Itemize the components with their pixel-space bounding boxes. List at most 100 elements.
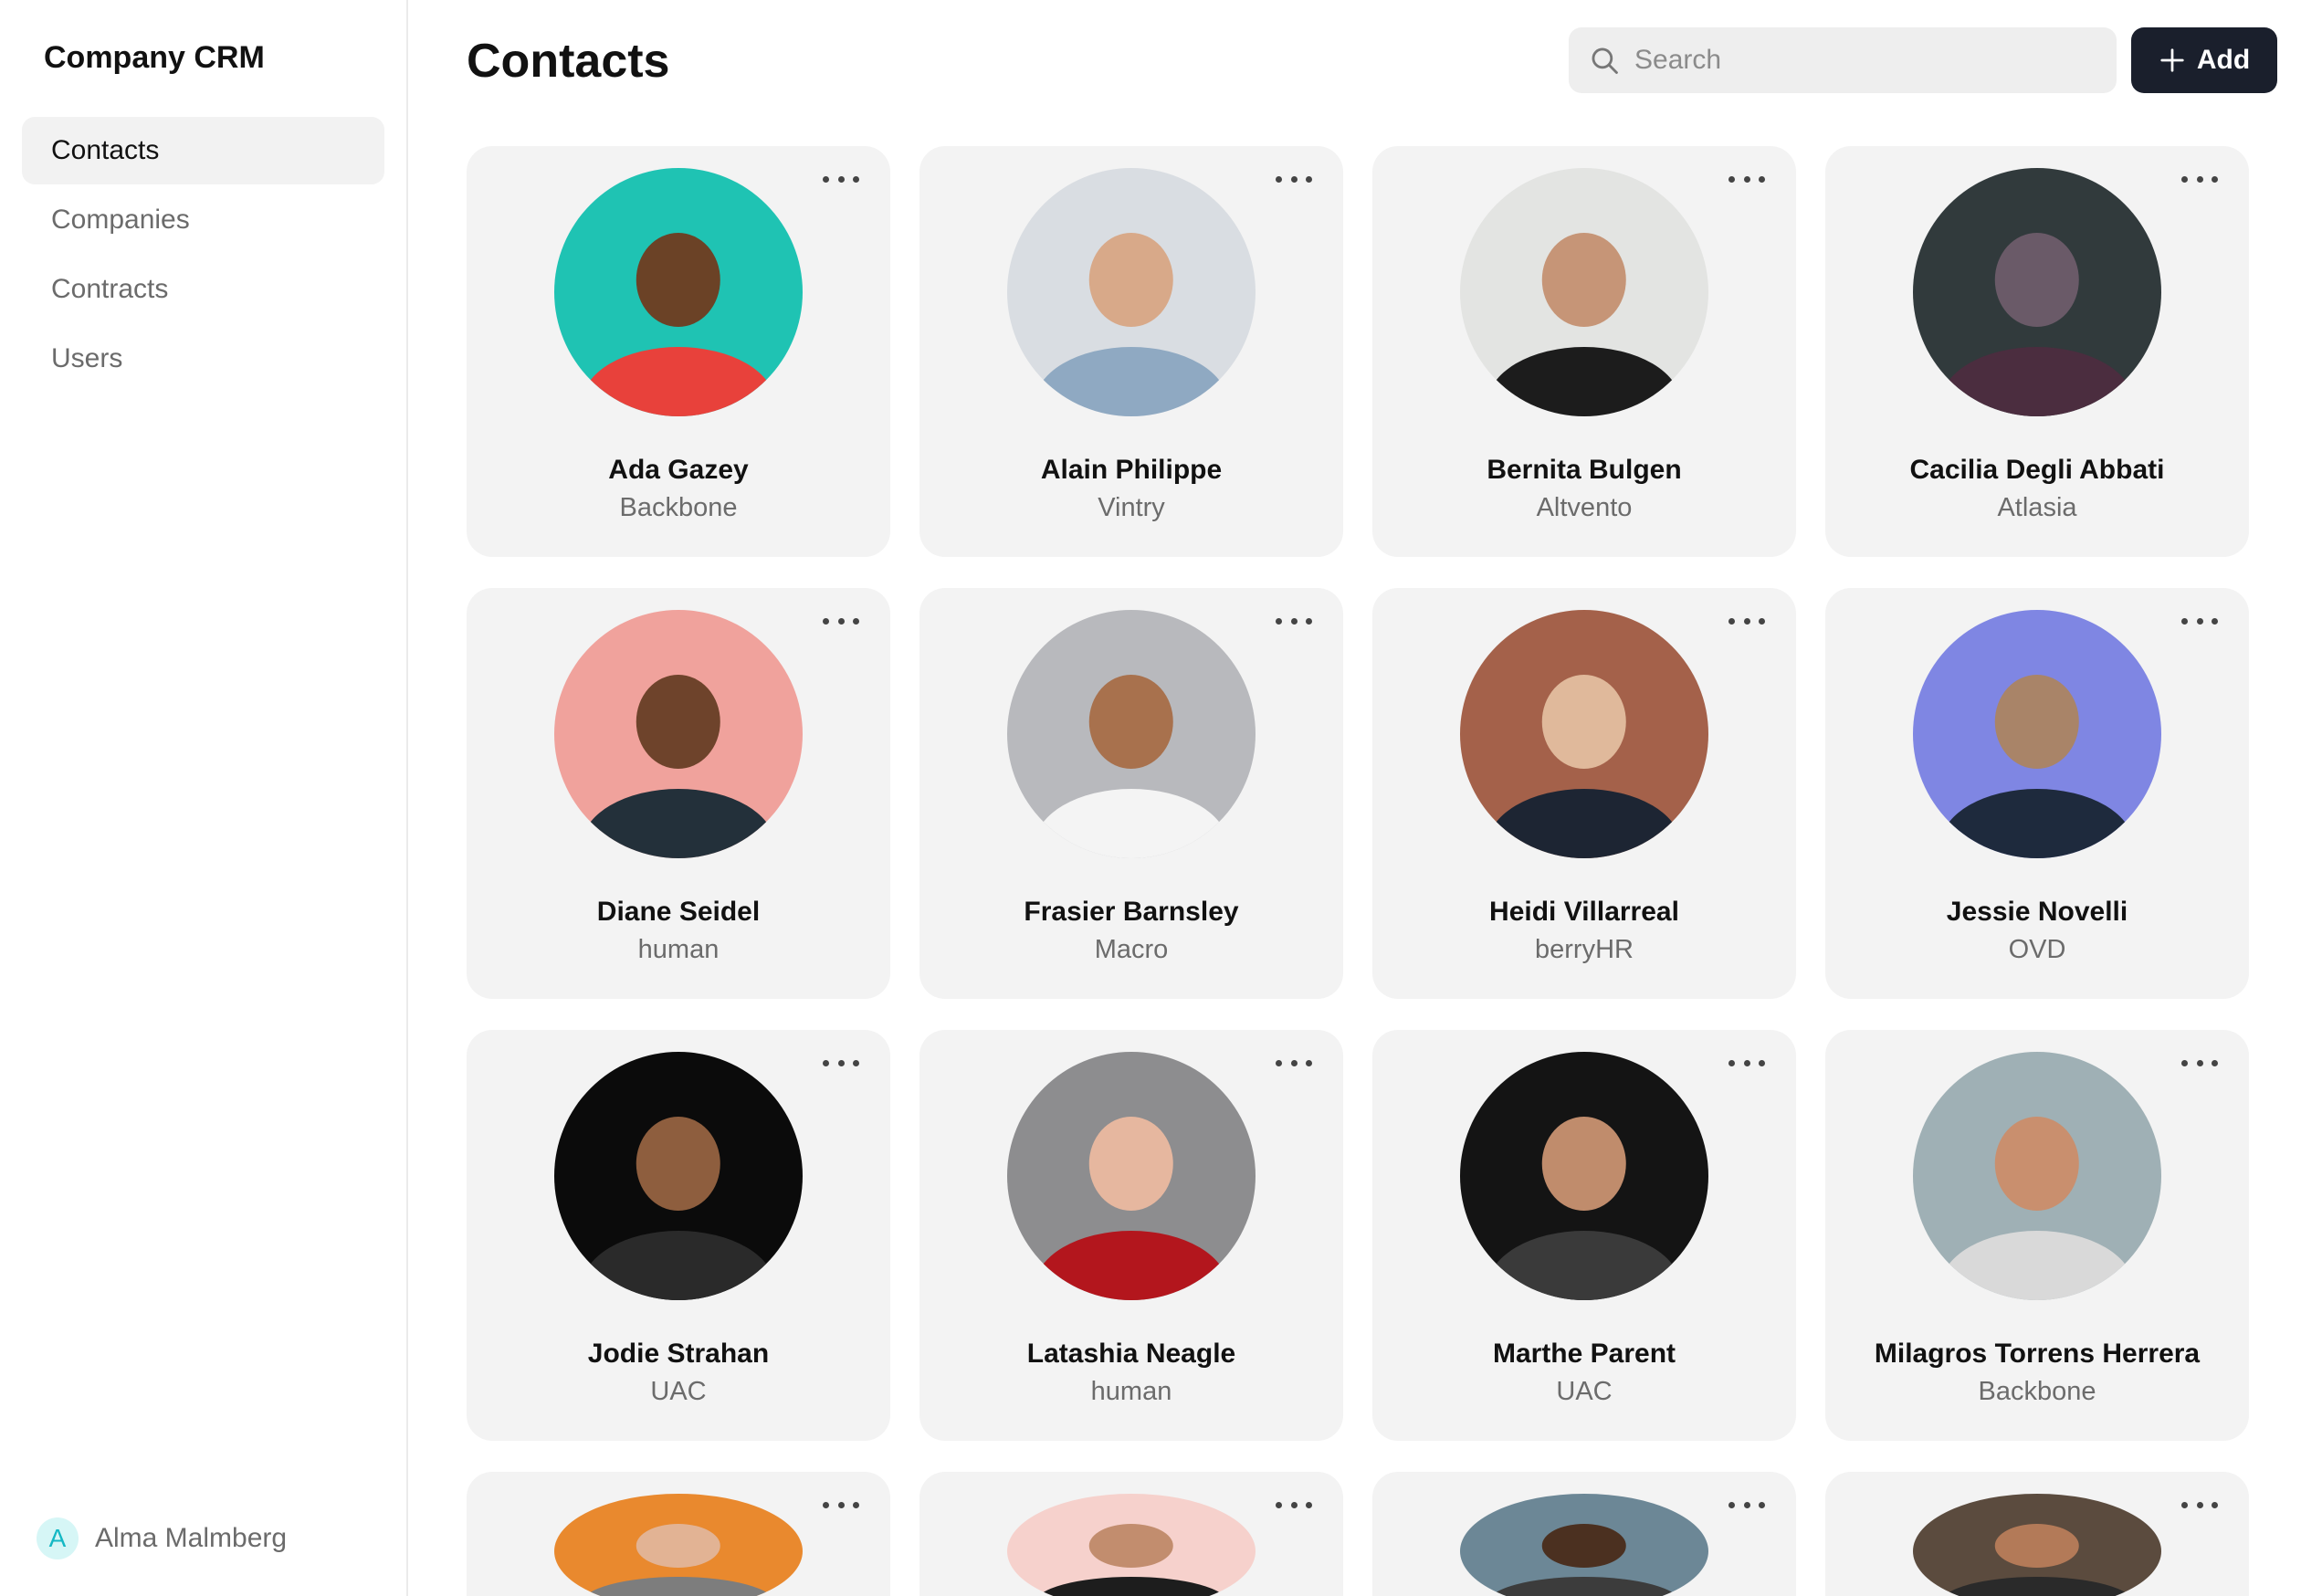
avatar-head — [1541, 232, 1627, 328]
contact-avatar — [554, 610, 803, 858]
search-icon — [1592, 47, 1618, 74]
avatar-head — [1088, 1523, 1174, 1568]
search-box[interactable] — [1569, 27, 2117, 93]
topbar: Contacts Add — [467, 0, 2301, 121]
contact-card[interactable]: Marthe Parent UAC — [1372, 1030, 1796, 1441]
page-title: Contacts — [467, 35, 670, 88]
more-options-icon[interactable] — [1728, 170, 1765, 188]
sidebar-item-contacts[interactable]: Contacts — [22, 117, 384, 184]
contact-card[interactable]: Diane Seidel human — [467, 588, 890, 999]
more-options-icon[interactable] — [1276, 1496, 1312, 1514]
more-options-icon[interactable] — [823, 612, 859, 630]
avatar-head — [1088, 232, 1174, 328]
contact-name: Ada Gazey — [608, 455, 749, 485]
sidebar-item-companies[interactable]: Companies — [22, 186, 384, 254]
contact-card[interactable]: Alain Philippe Vintry — [919, 146, 1343, 557]
more-options-icon[interactable] — [1276, 612, 1312, 630]
search-input[interactable] — [1634, 45, 2073, 76]
contact-card[interactable]: Frasier Barnsley Macro — [919, 588, 1343, 999]
contact-card[interactable]: Jodie Strahan UAC — [467, 1030, 890, 1441]
avatar-head — [636, 1523, 721, 1568]
contact-company: Atlasia — [1997, 493, 2077, 522]
contact-grid: Ada Gazey Backbone Alain Philippe Vintry… — [467, 146, 2301, 1596]
contact-avatar — [1007, 610, 1256, 858]
avatar-body — [1034, 346, 1229, 416]
avatar-body — [1939, 346, 2135, 416]
contact-card[interactable]: Ada Gazey Backbone — [467, 146, 890, 557]
avatar-body — [1939, 788, 2135, 858]
current-user[interactable]: A Alma Malmberg — [37, 1517, 287, 1559]
contact-company: human — [637, 935, 720, 964]
avatar-head — [636, 232, 721, 328]
contact-card[interactable]: Milagros Torrens Herrera Backbone — [1825, 1030, 2249, 1441]
avatar-head — [1994, 1523, 2080, 1568]
more-options-icon[interactable] — [823, 170, 859, 188]
user-avatar: A — [37, 1517, 79, 1559]
contact-avatar — [1913, 1494, 2161, 1596]
avatar-body — [1487, 788, 1682, 858]
avatar-body — [1487, 1230, 1682, 1300]
avatar-head — [1994, 1116, 2080, 1212]
more-options-icon[interactable] — [1728, 1054, 1765, 1072]
contact-name: Latashia Neagle — [1026, 1339, 1236, 1369]
contact-card[interactable]: Heidi Villarreal berryHR — [1372, 588, 1796, 999]
contact-name: Heidi Villarreal — [1489, 897, 1679, 927]
contact-company: Vintry — [1098, 493, 1165, 522]
contact-company: UAC — [650, 1377, 707, 1406]
contact-company: UAC — [1556, 1377, 1613, 1406]
add-contact-button[interactable]: Add — [2131, 27, 2277, 93]
sidebar-nav: Contacts Companies Contracts Users — [22, 117, 384, 394]
contact-card[interactable]: Jessie Novelli OVD — [1825, 588, 2249, 999]
contact-company: Backbone — [1978, 1377, 2096, 1406]
more-options-icon[interactable] — [2181, 170, 2218, 188]
plus-icon — [2160, 48, 2184, 72]
avatar-head — [1994, 232, 2080, 328]
more-options-icon[interactable] — [2181, 1496, 2218, 1514]
more-options-icon[interactable] — [823, 1496, 859, 1514]
contact-avatar — [1913, 168, 2161, 416]
contact-name: Jessie Novelli — [1946, 897, 2128, 927]
avatar-head — [1088, 1116, 1174, 1212]
contact-company: Macro — [1094, 935, 1169, 964]
contact-card[interactable] — [467, 1472, 890, 1596]
contact-name: Cacilia Degli Abbati — [1909, 455, 2165, 485]
contact-company: human — [1090, 1377, 1172, 1406]
add-button-label: Add — [2196, 45, 2251, 75]
contact-name: Milagros Torrens Herrera — [1874, 1339, 2201, 1369]
contact-name: Alain Philippe — [1040, 455, 1223, 485]
contact-card[interactable]: Cacilia Degli Abbati Atlasia — [1825, 146, 2249, 557]
more-options-icon[interactable] — [1276, 1054, 1312, 1072]
sidebar-item-contracts[interactable]: Contracts — [22, 256, 384, 323]
avatar-body — [581, 346, 776, 416]
avatar-head — [636, 674, 721, 770]
avatar-body — [1487, 346, 1682, 416]
contact-card[interactable] — [1825, 1472, 2249, 1596]
more-options-icon[interactable] — [823, 1054, 859, 1072]
contact-avatar — [1913, 1052, 2161, 1300]
more-options-icon[interactable] — [1728, 1496, 1765, 1514]
contact-name: Jodie Strahan — [587, 1339, 770, 1369]
contact-card[interactable]: Latashia Neagle human — [919, 1030, 1343, 1441]
contact-avatar — [554, 1494, 803, 1596]
avatar-body — [1034, 788, 1229, 858]
contact-avatar — [1007, 1052, 1256, 1300]
contact-avatar — [1007, 1494, 1256, 1596]
contact-card[interactable]: Bernita Bulgen Altvento — [1372, 146, 1796, 557]
avatar-head — [1541, 1116, 1627, 1212]
avatar-head — [1541, 1523, 1627, 1568]
contact-company: Backbone — [619, 493, 738, 522]
avatar-body — [581, 1576, 776, 1596]
avatar-body — [1034, 1230, 1229, 1300]
more-options-icon[interactable] — [1728, 612, 1765, 630]
contact-avatar — [1007, 168, 1256, 416]
contact-card[interactable] — [919, 1472, 1343, 1596]
avatar-body — [1939, 1230, 2135, 1300]
more-options-icon[interactable] — [2181, 1054, 2218, 1072]
contact-card[interactable] — [1372, 1472, 1796, 1596]
more-options-icon[interactable] — [2181, 612, 2218, 630]
sidebar-item-users[interactable]: Users — [22, 325, 384, 393]
avatar-body — [1487, 1576, 1682, 1596]
contact-name: Marthe Parent — [1492, 1339, 1676, 1369]
more-options-icon[interactable] — [1276, 170, 1312, 188]
contact-company: berryHR — [1535, 935, 1634, 964]
